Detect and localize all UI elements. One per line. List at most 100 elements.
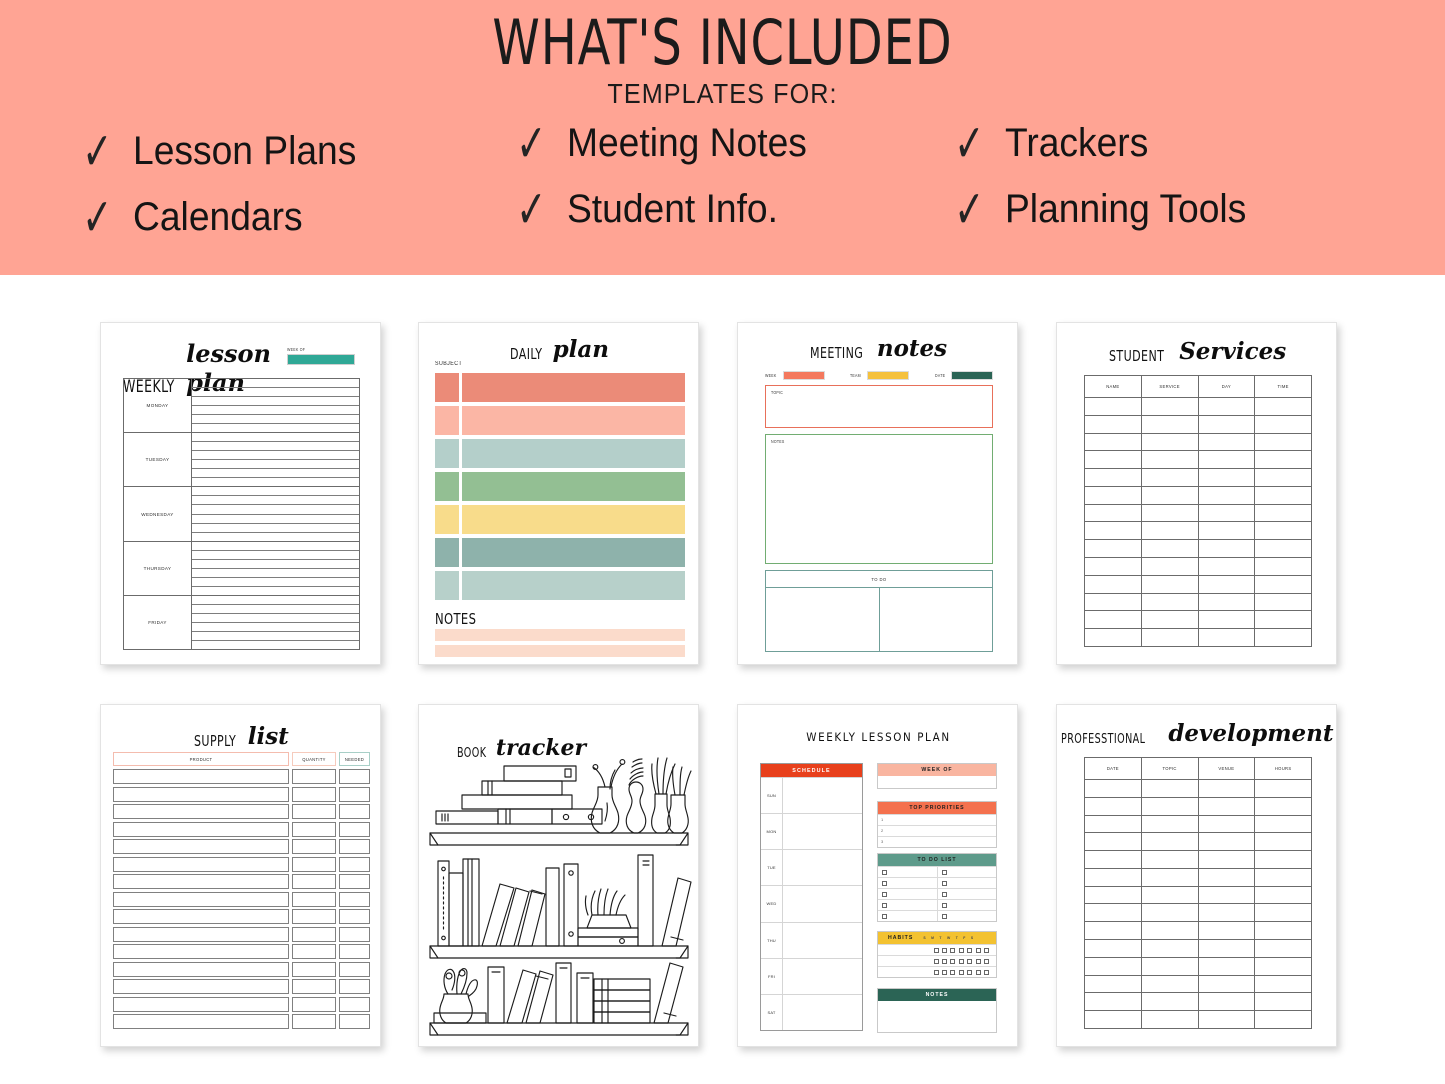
todo-cell[interactable] bbox=[878, 911, 938, 921]
template-card-student-services[interactable]: STUDENT Services NAME SERVICE DAY TIME bbox=[1056, 322, 1337, 665]
notes-box[interactable]: NOTES bbox=[765, 434, 993, 564]
table-cell[interactable] bbox=[1142, 415, 1199, 433]
table-cell[interactable] bbox=[1142, 451, 1199, 469]
table-cell[interactable] bbox=[1255, 416, 1311, 433]
table-cell[interactable] bbox=[339, 909, 370, 924]
subject-value-field[interactable] bbox=[462, 373, 685, 402]
checkbox-icon[interactable] bbox=[950, 958, 956, 964]
table-cell[interactable] bbox=[113, 804, 289, 819]
table-cell[interactable] bbox=[339, 926, 370, 942]
note-bar[interactable] bbox=[435, 645, 685, 657]
table-cell[interactable] bbox=[113, 979, 289, 994]
table-cell[interactable] bbox=[1142, 611, 1199, 629]
subject-value-field[interactable] bbox=[462, 406, 685, 435]
subject-value-field[interactable] bbox=[462, 472, 685, 501]
table-cell[interactable] bbox=[1255, 398, 1311, 415]
table-cell[interactable] bbox=[113, 926, 289, 942]
table-cell[interactable] bbox=[1142, 833, 1199, 851]
week-of-panel[interactable]: WEEK OF bbox=[877, 763, 997, 789]
template-card-weekly-lesson-plan[interactable]: WEEKLY lesson plan WEEK OF MONDAY TUESDAY… bbox=[100, 322, 381, 665]
table-cell[interactable] bbox=[339, 839, 370, 854]
table-cell[interactable] bbox=[292, 821, 336, 837]
checkbox-icon[interactable] bbox=[882, 913, 887, 919]
meeting-field-input[interactable] bbox=[782, 371, 825, 380]
table-cell[interactable] bbox=[1199, 469, 1256, 486]
table-cell[interactable] bbox=[1142, 886, 1199, 904]
writing-lines[interactable] bbox=[192, 433, 359, 486]
table-cell[interactable] bbox=[1255, 451, 1311, 468]
checkbox-icon[interactable] bbox=[941, 891, 947, 897]
table-cell[interactable] bbox=[1085, 1011, 1142, 1028]
checkbox-icon[interactable] bbox=[958, 958, 964, 964]
subject-key-field[interactable] bbox=[435, 571, 459, 600]
table-cell[interactable] bbox=[1255, 505, 1311, 522]
table-cell[interactable] bbox=[1085, 851, 1142, 868]
table-cell[interactable] bbox=[292, 961, 336, 977]
table-cell[interactable] bbox=[1142, 851, 1199, 868]
table-cell[interactable] bbox=[1199, 522, 1256, 540]
table-cell[interactable] bbox=[1255, 469, 1311, 486]
table-cell[interactable] bbox=[1199, 451, 1256, 469]
table-cell[interactable] bbox=[1255, 816, 1311, 833]
table-cell[interactable] bbox=[1199, 486, 1256, 504]
checkbox-icon[interactable] bbox=[967, 958, 973, 964]
table-cell[interactable] bbox=[292, 996, 336, 1012]
table-cell[interactable] bbox=[1085, 993, 1142, 1011]
table-cell[interactable] bbox=[1142, 868, 1199, 886]
table-cell[interactable] bbox=[1255, 869, 1311, 886]
schedule-entry-field[interactable] bbox=[783, 778, 862, 813]
checkbox-icon[interactable] bbox=[958, 969, 964, 975]
note-bar[interactable] bbox=[435, 629, 685, 641]
table-cell[interactable] bbox=[292, 804, 336, 819]
table-cell[interactable] bbox=[292, 769, 336, 784]
checkbox-icon[interactable] bbox=[933, 958, 939, 964]
table-cell[interactable] bbox=[1255, 833, 1311, 850]
table-cell[interactable] bbox=[1142, 975, 1199, 993]
template-card-professional-development[interactable]: PROFESSTIONAL development DATE TOPIC VENUE… bbox=[1056, 704, 1337, 1047]
table-cell[interactable] bbox=[1142, 558, 1199, 575]
checkbox-icon[interactable] bbox=[967, 969, 973, 975]
table-cell[interactable] bbox=[1199, 815, 1256, 833]
table-cell[interactable] bbox=[1085, 833, 1142, 851]
schedule-entry-field[interactable] bbox=[783, 995, 862, 1030]
table-cell[interactable] bbox=[1255, 487, 1311, 504]
table-cell[interactable] bbox=[1255, 780, 1311, 797]
table-cell[interactable] bbox=[1085, 451, 1142, 469]
table-cell[interactable] bbox=[1085, 904, 1142, 922]
table-cell[interactable] bbox=[339, 856, 370, 872]
table-cell[interactable] bbox=[1255, 887, 1311, 904]
checkbox-icon[interactable] bbox=[942, 969, 948, 975]
todo-cell[interactable] bbox=[938, 878, 997, 888]
table-cell[interactable] bbox=[339, 961, 370, 977]
checkbox-icon[interactable] bbox=[882, 902, 887, 908]
table-cell[interactable] bbox=[113, 961, 289, 977]
table-cell[interactable] bbox=[113, 944, 289, 959]
table-cell[interactable] bbox=[1255, 1011, 1311, 1028]
table-cell[interactable] bbox=[1255, 851, 1311, 868]
table-cell[interactable] bbox=[1142, 593, 1199, 611]
table-cell[interactable] bbox=[1199, 780, 1256, 797]
template-card-weekly-lesson-plan-blocks[interactable]: WEEKLY LESSON PLAN SCHEDULE SUN MON TUE WED… bbox=[737, 704, 1018, 1047]
table-cell[interactable] bbox=[1199, 1011, 1256, 1028]
subject-key-field[interactable] bbox=[435, 472, 459, 501]
table-cell[interactable] bbox=[292, 944, 336, 959]
table-cell[interactable] bbox=[292, 891, 336, 907]
table-cell[interactable] bbox=[339, 769, 370, 784]
table-cell[interactable] bbox=[1255, 434, 1311, 451]
table-cell[interactable] bbox=[1255, 558, 1311, 575]
table-cell[interactable] bbox=[1255, 958, 1311, 975]
checkbox-icon[interactable] bbox=[975, 947, 981, 953]
schedule-entry-field[interactable] bbox=[783, 850, 862, 885]
table-cell[interactable] bbox=[1199, 433, 1256, 451]
table-cell[interactable] bbox=[339, 804, 370, 819]
checkbox-icon[interactable] bbox=[941, 913, 947, 919]
subject-key-field[interactable] bbox=[435, 373, 459, 402]
table-cell[interactable] bbox=[292, 874, 336, 889]
schedule-entry-field[interactable] bbox=[783, 814, 862, 849]
table-cell[interactable] bbox=[113, 839, 289, 854]
todo-cell[interactable] bbox=[938, 911, 997, 921]
checkbox-icon[interactable] bbox=[950, 969, 956, 975]
subject-key-field[interactable] bbox=[435, 406, 459, 435]
meeting-field-input[interactable] bbox=[867, 371, 910, 380]
todo-cell[interactable] bbox=[938, 900, 997, 910]
